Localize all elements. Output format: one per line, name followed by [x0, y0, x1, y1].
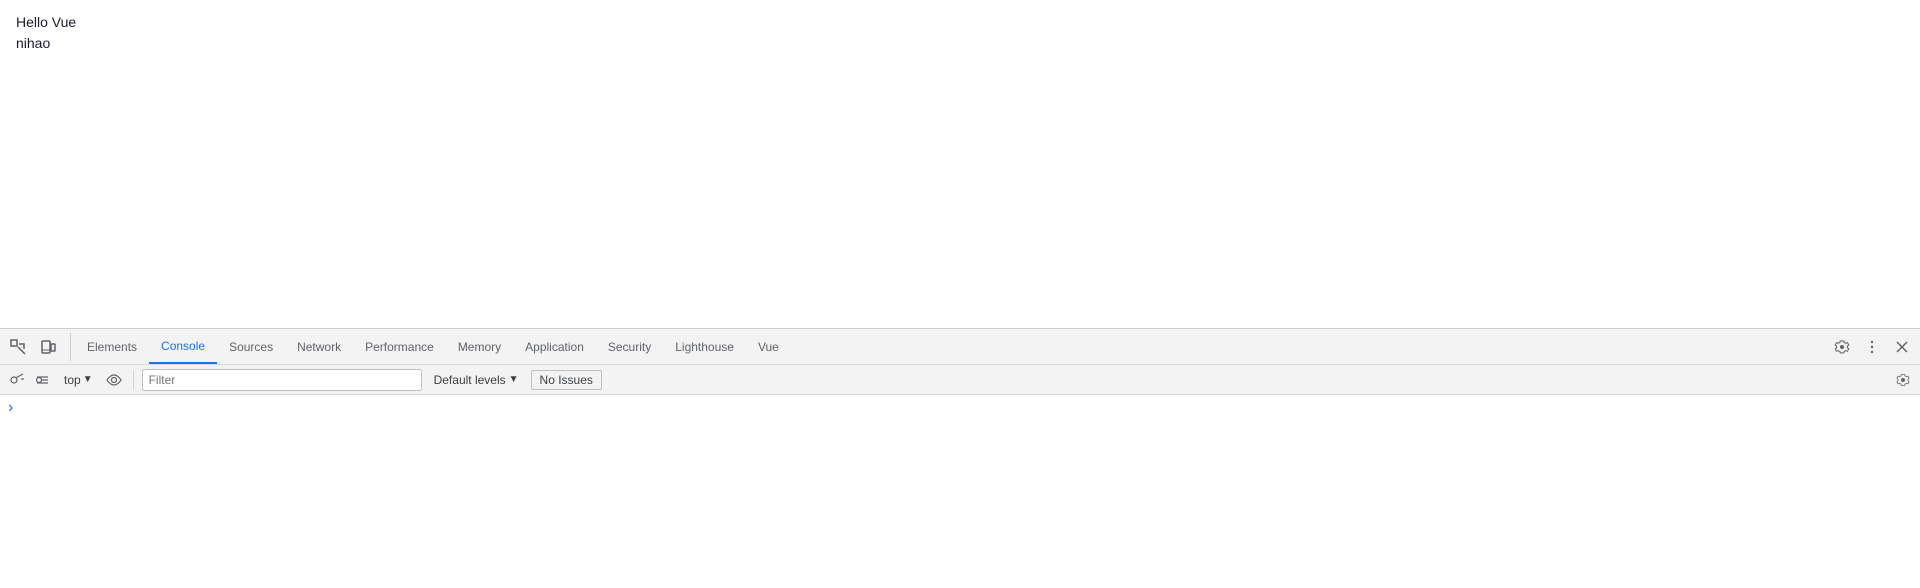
- levels-arrow-icon: ▼: [509, 374, 519, 385]
- more-options-button[interactable]: [1858, 333, 1886, 361]
- settings-button[interactable]: [1828, 333, 1856, 361]
- page-text-line1: Hello Vue: [16, 12, 1904, 33]
- tab-performance[interactable]: Performance: [353, 329, 446, 364]
- prompt-chevron-icon: ›: [8, 399, 13, 417]
- eye-icon-button[interactable]: [103, 369, 125, 391]
- filter-input[interactable]: [149, 373, 415, 387]
- devtools-left-icons: [4, 333, 71, 361]
- console-prompt[interactable]: ›: [8, 399, 1912, 417]
- inspect-element-button[interactable]: [4, 333, 32, 361]
- close-devtools-button[interactable]: [1888, 333, 1916, 361]
- device-toolbar-button[interactable]: [34, 333, 62, 361]
- devtools-toolbar: Elements Console Sources Network Perform…: [0, 329, 1920, 365]
- tab-application[interactable]: Application: [513, 329, 596, 364]
- filter-input-wrapper[interactable]: [142, 369, 422, 391]
- no-issues-badge[interactable]: No Issues: [531, 370, 602, 390]
- default-levels-button[interactable]: Default levels ▼: [426, 371, 527, 389]
- console-settings-button[interactable]: [1892, 369, 1914, 391]
- tab-vue[interactable]: Vue: [746, 329, 791, 364]
- devtools-tabs: Elements Console Sources Network Perform…: [75, 329, 1828, 364]
- console-body: ›: [0, 395, 1920, 588]
- tab-network[interactable]: Network: [285, 329, 353, 364]
- filter-toggle-button[interactable]: [32, 369, 54, 391]
- devtools-panel: Elements Console Sources Network Perform…: [0, 328, 1920, 588]
- clear-console-button[interactable]: [6, 369, 28, 391]
- tab-lighthouse[interactable]: Lighthouse: [663, 329, 746, 364]
- dropdown-arrow-icon: ▼: [83, 374, 93, 385]
- tab-memory[interactable]: Memory: [446, 329, 513, 364]
- page-text-line2: nihao: [16, 33, 1904, 54]
- console-toolbar: top ▼ Default levels ▼ No Issues: [0, 365, 1920, 395]
- tab-sources[interactable]: Sources: [217, 329, 285, 364]
- tab-console[interactable]: Console: [149, 329, 217, 364]
- devtools-right-icons: [1828, 333, 1916, 361]
- context-dropdown[interactable]: top ▼: [58, 371, 99, 389]
- console-toolbar-right: [1892, 369, 1914, 391]
- tab-elements[interactable]: Elements: [75, 329, 149, 364]
- toolbar-separator: [133, 371, 134, 389]
- tab-security[interactable]: Security: [596, 329, 663, 364]
